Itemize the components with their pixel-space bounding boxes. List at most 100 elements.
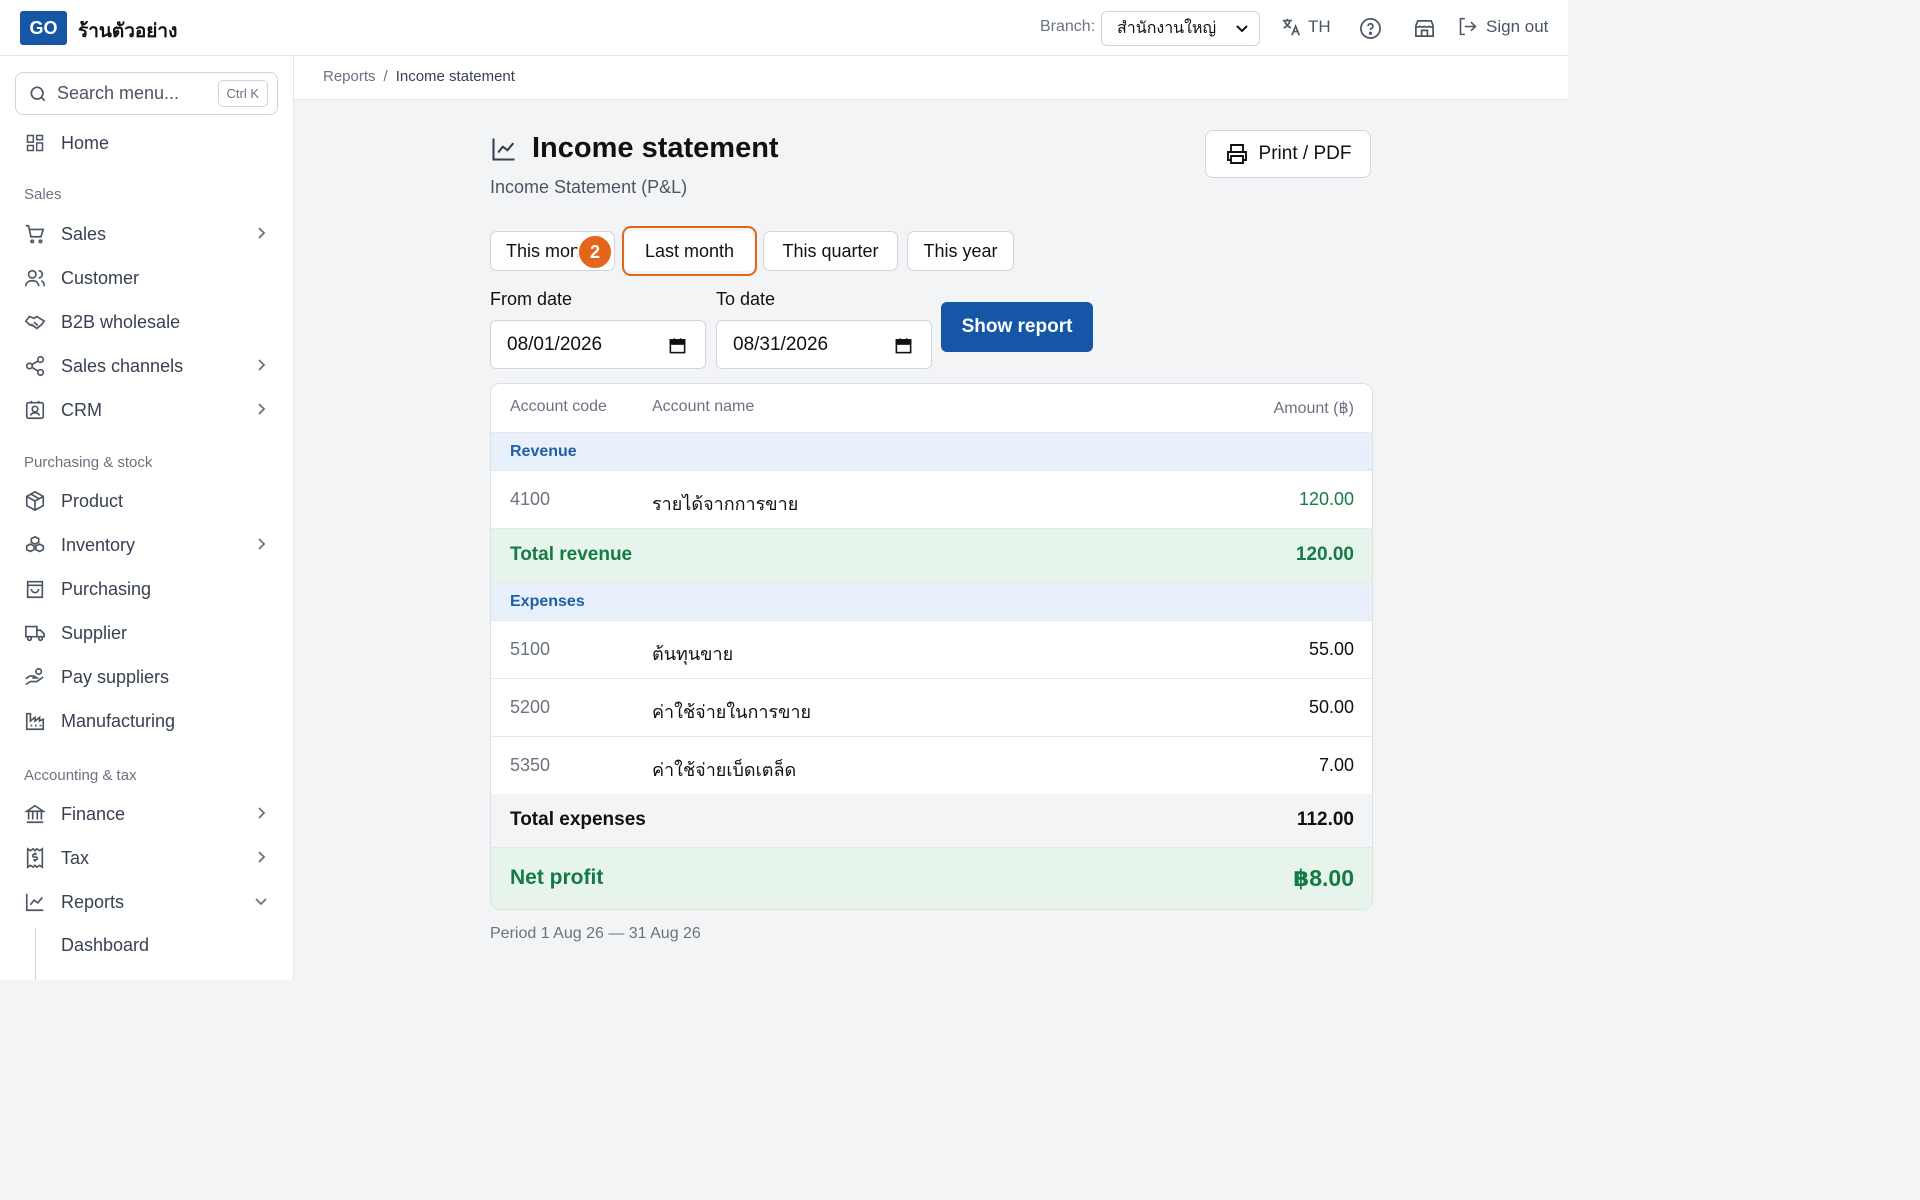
account-code: 5350	[510, 755, 551, 775]
page-header: Income statement	[490, 132, 779, 165]
chevron-down-icon	[1236, 25, 1248, 33]
sidebar-item-customer[interactable]: Customer	[24, 261, 272, 295]
sidebar-item-manufacturing[interactable]: Manufacturing	[24, 704, 272, 738]
to-date-label: To date	[716, 289, 776, 309]
breadcrumb-bar: Reports / Income statement	[294, 56, 1568, 100]
sidebar-item-sales-channels[interactable]: Sales channels	[24, 349, 272, 383]
sidebar-item-reports[interactable]: Reports	[24, 885, 272, 919]
net-profit-label: Net profit	[510, 866, 604, 889]
sidebar-item-label: Tax	[61, 847, 90, 868]
chevron-right-icon	[258, 851, 266, 863]
breadcrumb-reports[interactable]: Reports	[323, 68, 376, 85]
sidebar-item-pay-suppliers[interactable]: Pay suppliers	[24, 660, 272, 694]
branch-value: สำนักงานใหญ่	[1117, 20, 1217, 37]
to-date-input[interactable]: 08/31/2026	[716, 320, 932, 369]
sidebar-item-label: Finance	[61, 803, 126, 824]
section-title: Revenue	[510, 443, 577, 460]
total-expenses-row: Total expenses 112.00	[491, 794, 1372, 848]
header-account-code: Account code	[510, 398, 607, 415]
language-toggle[interactable]: TH	[1280, 16, 1331, 38]
sidebar-item-home[interactable]: Home	[24, 126, 272, 160]
branch-select[interactable]: สำนักงานใหญ่	[1101, 11, 1260, 46]
calendar-icon[interactable]	[668, 336, 687, 355]
table-header: Account code Account name Amount (฿)	[491, 384, 1372, 433]
section-label-sales: Sales	[24, 186, 62, 203]
account-name: รายได้จากการขาย	[652, 494, 799, 514]
amount: 55.00	[1308, 639, 1354, 659]
hand-coins-icon	[25, 667, 44, 686]
sidebar-item-label: CRM	[61, 399, 102, 420]
sidebar-item-label: Supplier	[61, 622, 128, 643]
users-icon	[25, 269, 45, 287]
show-report-button[interactable]: Show report	[941, 302, 1093, 352]
sidebar-item-label: Customer	[61, 267, 140, 288]
help-icon[interactable]	[1359, 17, 1382, 40]
total-revenue-row: Total revenue 120.00	[491, 529, 1372, 583]
sidebar-item-b2b-wholesale[interactable]: B2B wholesale	[24, 305, 272, 339]
shop-name: ร้านตัวอย่าง	[78, 21, 178, 42]
from-date-input[interactable]: 08/01/2026	[490, 320, 706, 369]
sidebar-item-supplier[interactable]: Supplier	[24, 616, 272, 650]
preset-last-month[interactable]: Last month	[625, 231, 754, 271]
app-logo[interactable]: GO	[20, 11, 67, 45]
table-row: 4100 รายได้จากการขาย 120.00	[491, 471, 1372, 529]
sidebar-item-label: Sales	[61, 223, 107, 244]
total-revenue-label: Total revenue	[510, 544, 633, 565]
share-icon	[25, 356, 45, 376]
factory-icon	[25, 712, 45, 731]
language-label: TH	[1308, 17, 1331, 36]
table-row: 5200 ค่าใช้จ่ายในการขาย 50.00	[491, 679, 1372, 737]
sidebar: Search menu... Ctrl K Home Sales Sales C…	[0, 56, 294, 980]
sidebar-item-sales[interactable]: Sales	[24, 217, 272, 251]
header-account-name: Account name	[652, 398, 755, 415]
search-menu-input[interactable]: Search menu... Ctrl K	[15, 72, 278, 115]
preset-this-quarter[interactable]: This quarter	[763, 231, 898, 271]
calendar-icon[interactable]	[894, 336, 913, 355]
search-shortcut: Ctrl K	[217, 80, 268, 107]
page-subtitle: Income Statement (P&L)	[490, 177, 688, 197]
sidebar-item-finance[interactable]: Finance	[24, 797, 272, 831]
sidebar-item-label: Home	[61, 132, 110, 153]
sidebar-item-label: Manufacturing	[61, 710, 176, 731]
chevron-right-icon	[258, 403, 266, 415]
section-revenue: Revenue	[491, 433, 1372, 471]
sidebar-item-product[interactable]: Product	[24, 484, 272, 518]
sidebar-item-label: Purchasing	[61, 578, 152, 599]
chevron-right-icon	[258, 227, 266, 239]
sign-out-button[interactable]: Sign out	[1457, 16, 1548, 37]
line-chart-icon	[25, 893, 44, 912]
sidebar-subitem-dashboard[interactable]: Dashboard	[61, 935, 149, 956]
sidebar-item-inventory[interactable]: Inventory	[24, 528, 272, 562]
sidebar-item-crm[interactable]: CRM	[24, 393, 272, 427]
page-title: Income statement	[532, 132, 779, 164]
contact-card-icon	[25, 400, 45, 420]
total-expenses-value: 112.00	[1296, 809, 1354, 830]
section-label-purchasing: Purchasing & stock	[24, 454, 153, 471]
handshake-icon	[24, 315, 46, 330]
amount: 50.00	[1308, 697, 1354, 717]
print-pdf-button[interactable]: Print / PDF	[1205, 130, 1371, 178]
preset-this-year[interactable]: This year	[907, 231, 1014, 271]
sign-out-icon	[1459, 17, 1477, 36]
boxes-icon	[25, 535, 45, 553]
subnav-line	[35, 928, 36, 980]
store-icon[interactable]	[1413, 17, 1436, 40]
account-code: 5100	[510, 639, 551, 659]
table-row: 5100 ต้นทุนขาย 55.00	[491, 621, 1372, 679]
sidebar-item-label: B2B wholesale	[61, 311, 181, 332]
amount: 7.00	[1318, 755, 1354, 775]
section-expenses: Expenses	[491, 583, 1372, 621]
sidebar-item-label: Product	[61, 490, 124, 511]
table-row: 5350 ค่าใช้จ่ายเบ็ดเตล็ด 7.00	[491, 737, 1372, 795]
chevron-down-icon	[255, 898, 267, 906]
sidebar-item-tax[interactable]: Tax	[24, 841, 272, 875]
chevron-right-icon	[258, 807, 266, 819]
breadcrumb-separator: /	[383, 68, 388, 85]
sidebar-item-label: Pay suppliers	[61, 666, 170, 687]
sidebar-item-label: Sales channels	[61, 355, 184, 376]
from-date-value: 08/01/2026	[507, 333, 603, 355]
section-label-accounting: Accounting & tax	[24, 767, 137, 784]
sidebar-item-purchasing[interactable]: Purchasing	[24, 572, 272, 606]
to-date-value: 08/31/2026	[733, 333, 829, 355]
period-note: Period 1 Aug 26 — 31 Aug 26	[490, 925, 701, 942]
